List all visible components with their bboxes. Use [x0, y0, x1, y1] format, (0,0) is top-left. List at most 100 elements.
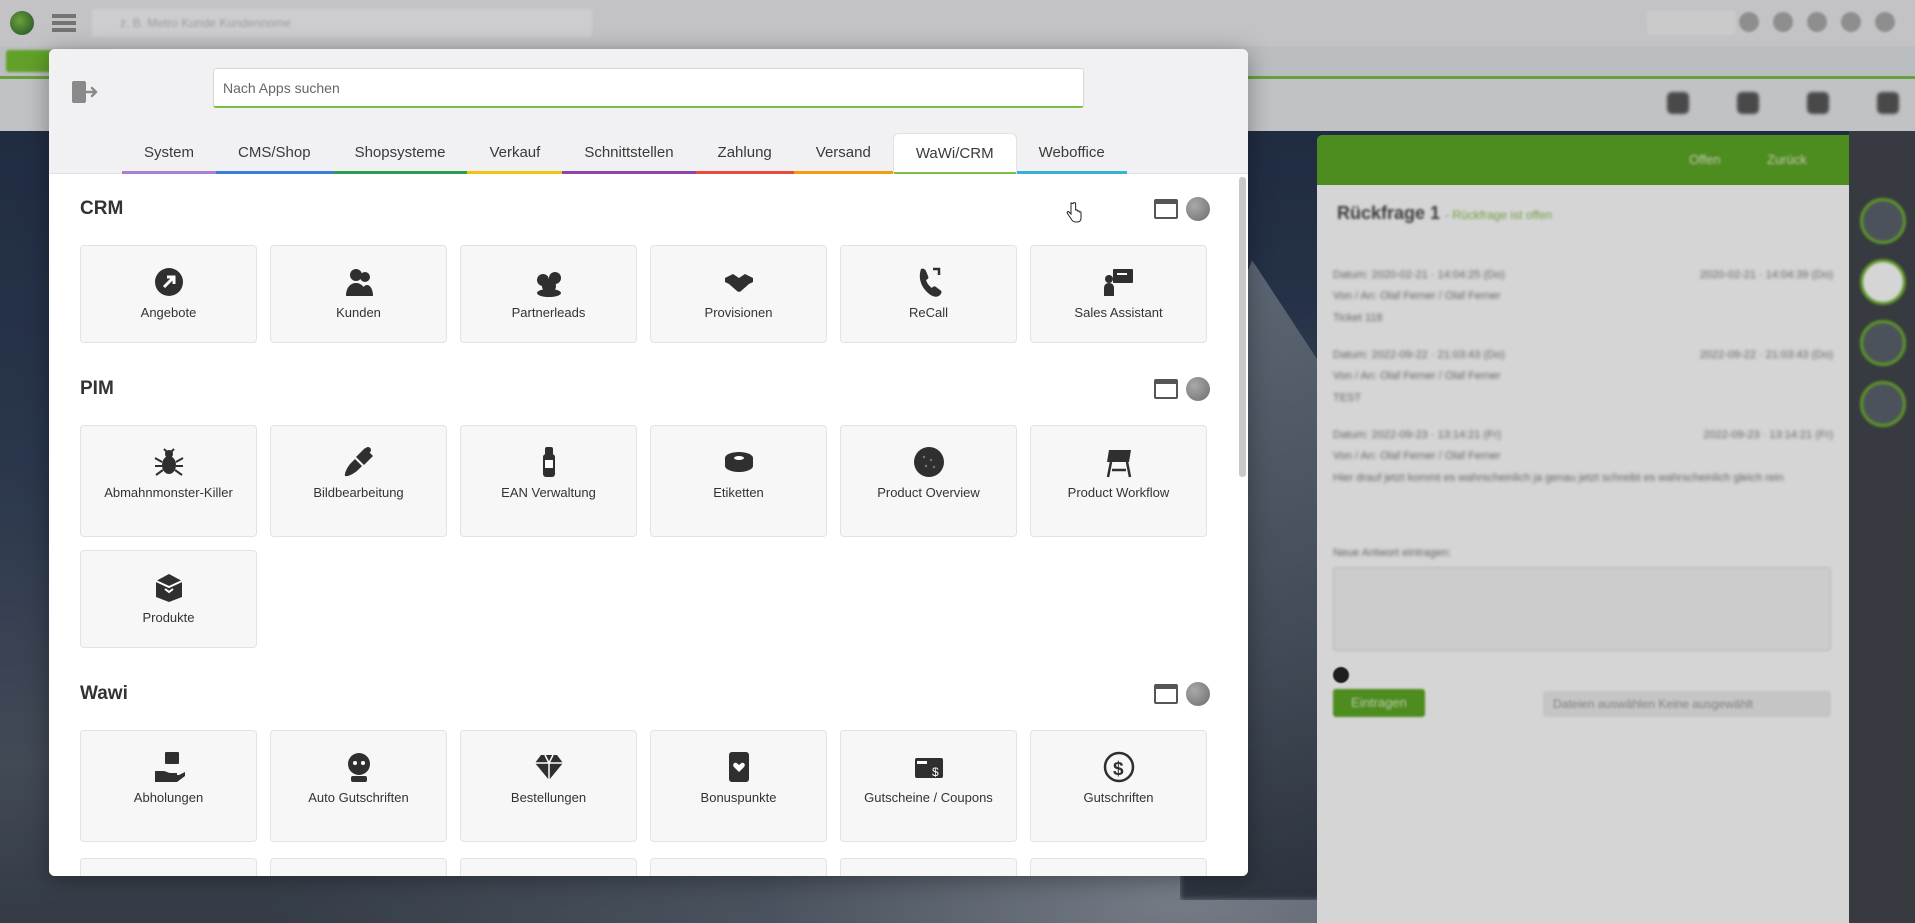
app-tile-gutschriften[interactable]: $ Gutschriften [1030, 730, 1207, 842]
app-label: Angebote [140, 305, 197, 320]
content-scrollbar[interactable] [1239, 177, 1246, 477]
app-tile-angebote[interactable]: Angebote [80, 245, 257, 343]
scanner-icon [532, 445, 566, 479]
app-tile-auto-gutschriften[interactable]: Auto Gutschriften [270, 730, 447, 842]
tab-label: Versand [815, 144, 871, 161]
app-tile-sales-assistant[interactable]: Sales Assistant [1030, 245, 1207, 343]
app-tile-partnerleads[interactable]: Partnerleads [460, 245, 637, 343]
app-tile[interactable] [270, 858, 447, 876]
handshake-icon [722, 265, 756, 299]
app-launcher-modal: System CMS/Shop Shopsysteme Verkauf Schnitts… [49, 49, 1248, 876]
app-tile-product-overview[interactable]: Product Overview [840, 425, 1017, 537]
app-tile-provisionen[interactable]: Provisionen [650, 245, 827, 343]
box-icon [152, 570, 186, 604]
app-label: Abmahnmonster-Killer [104, 485, 233, 500]
drafting-table-icon [1102, 445, 1136, 479]
launcher-content: CRM Angebote Kunden Partnerleads Provisione… [49, 174, 1248, 876]
app-label: Produkte [142, 610, 195, 625]
app-tile-gutscheine-coupons[interactable]: $ Gutscheine / Coupons [840, 730, 1017, 842]
app-tile[interactable] [650, 858, 827, 876]
open-window-icon[interactable] [1154, 379, 1178, 399]
app-label: Partnerleads [511, 305, 586, 320]
app-search-input[interactable] [213, 68, 1084, 108]
tab-system[interactable]: System [122, 133, 217, 174]
tab-verkauf[interactable]: Verkauf [467, 133, 563, 174]
section-title: PIM [80, 378, 114, 399]
hand-box-icon [152, 750, 186, 784]
app-label: ReCall [908, 305, 948, 320]
app-tile-etiketten[interactable]: Etiketten [650, 425, 827, 537]
app-tile-bestellungen[interactable]: Bestellungen [460, 730, 637, 842]
section-crm: CRM Angebote Kunden Partnerleads Provisione… [80, 189, 1210, 343]
bug-icon [152, 445, 186, 479]
presenter-icon [1102, 265, 1136, 299]
app-tile[interactable] [80, 858, 257, 876]
tab-label: Shopsysteme [354, 144, 446, 161]
tab-label: Zahlung [717, 144, 772, 161]
mouse-cursor-icon [1066, 202, 1082, 223]
app-grid-next-row [80, 858, 1210, 876]
dotted-circle-icon [912, 445, 946, 479]
app-tile-kunden[interactable]: Kunden [270, 245, 447, 343]
app-tile[interactable] [460, 858, 637, 876]
app-label: Auto Gutschriften [308, 790, 409, 805]
launcher-header: System CMS/Shop Shopsysteme Verkauf Schnitts… [49, 49, 1248, 175]
tab-shopsysteme[interactable]: Shopsysteme [332, 133, 468, 174]
dollar-circle-icon: $ [1102, 750, 1136, 784]
app-label: Provisionen [704, 305, 773, 320]
globe-icon[interactable] [1186, 377, 1210, 401]
app-label: Kunden [336, 305, 381, 320]
phone-icon [912, 265, 946, 299]
app-label: Abholungen [133, 790, 204, 805]
tab-zahlung[interactable]: Zahlung [695, 133, 794, 174]
close-launcher-button[interactable] [69, 77, 99, 107]
open-window-icon[interactable] [1154, 684, 1178, 704]
customers-icon [342, 265, 376, 299]
section-title: CRM [80, 198, 124, 219]
app-tile-abmahnmonster-killer[interactable]: Abmahnmonster-Killer [80, 425, 257, 537]
diamond-icon [532, 750, 566, 784]
section-wawi: Wawi Abholungen Auto Gutschriften Bestellu… [80, 674, 1210, 876]
tab-label: System [144, 144, 195, 161]
globe-icon[interactable] [1186, 197, 1210, 221]
app-label: Bestellungen [510, 790, 587, 805]
tab-label: WaWi/CRM [915, 145, 994, 162]
app-label: Etiketten [713, 485, 764, 500]
app-label: Product Workflow [1067, 485, 1170, 500]
app-tile-abholungen[interactable]: Abholungen [80, 730, 257, 842]
app-tile-produkte[interactable]: Produkte [80, 550, 257, 648]
exit-icon [72, 81, 98, 103]
tab-weboffice[interactable]: Weboffice [1016, 133, 1127, 174]
group-icon [532, 265, 566, 299]
arrow-circle-icon [152, 265, 186, 299]
app-label: Bonuspunkte [700, 790, 777, 805]
section-controls [1154, 197, 1210, 221]
app-label: EAN Verwaltung [501, 485, 596, 500]
open-window-icon[interactable] [1154, 199, 1178, 219]
app-tile[interactable] [1030, 858, 1207, 876]
tab-cms-shop[interactable]: CMS/Shop [216, 133, 333, 174]
app-label: Bildbearbeitung [313, 485, 404, 500]
tab-wawi-crm[interactable]: WaWi/CRM [892, 133, 1017, 175]
app-tile[interactable] [840, 858, 1017, 876]
tab-schnittstellen[interactable]: Schnittstellen [562, 133, 696, 174]
app-tile-product-workflow[interactable]: Product Workflow [1030, 425, 1207, 537]
card-heart-icon [722, 750, 756, 784]
app-tile-recall[interactable]: ReCall [840, 245, 1017, 343]
app-tile-bonuspunkte[interactable]: Bonuspunkte [650, 730, 827, 842]
svg-text:$: $ [932, 765, 939, 779]
tab-label: Schnittstellen [584, 144, 674, 161]
app-grid: Angebote Kunden Partnerleads Provisionen ReC… [80, 245, 1210, 343]
app-grid: Abholungen Auto Gutschriften Bestellungen B… [80, 730, 1210, 842]
app-grid: Abmahnmonster-Killer Bildbearbeitung EAN V… [80, 425, 1210, 648]
app-tile-bildbearbeitung[interactable]: Bildbearbeitung [270, 425, 447, 537]
tab-label: Weboffice [1038, 144, 1105, 161]
tab-label: CMS/Shop [238, 144, 311, 161]
app-label: Sales Assistant [1074, 305, 1163, 320]
globe-icon[interactable] [1186, 682, 1210, 706]
app-label: Product Overview [877, 485, 980, 500]
tab-versand[interactable]: Versand [793, 133, 893, 174]
app-label: Gutschriften [1083, 790, 1154, 805]
section-pim: PIM Abmahnmonster-Killer Bildbearbeitung E… [80, 369, 1210, 648]
app-tile-ean-verwaltung[interactable]: EAN Verwaltung [460, 425, 637, 537]
